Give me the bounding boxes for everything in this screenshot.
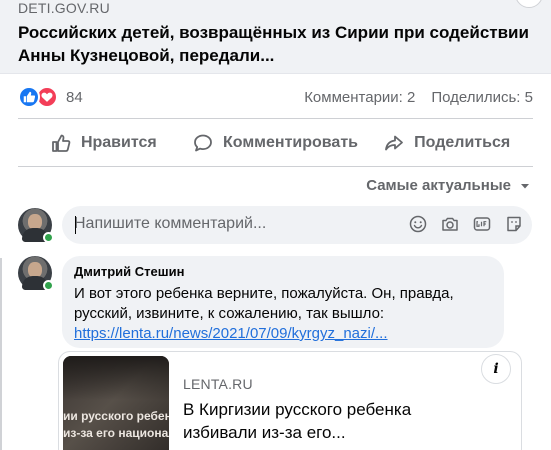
post-stats: Комментарии: 2 Поделились: 5 [304, 89, 533, 106]
comment-text: И вот этого ребенка верните, пожалуйста.… [74, 284, 494, 344]
comment-bubble: Дмитрий Стешин И вот этого ребенка верни… [62, 256, 504, 348]
online-status-dot [43, 280, 54, 291]
shared-link-thumbnail[interactable]: ии русского ребенка из-за его националь [63, 356, 169, 450]
divider [18, 118, 533, 119]
link-preview-title[interactable]: Российских детей, возвращённых из Сирии … [18, 21, 538, 67]
share-button[interactable]: Поделиться [361, 125, 533, 161]
comment-button-label: Комментировать [223, 134, 358, 151]
shared-link-title[interactable]: В Киргизии русского ребенка избивали из-… [183, 398, 483, 444]
shared-link-domain: LENTA.RU [183, 376, 253, 392]
comment-sort-dropdown[interactable]: Самые актуальные [366, 177, 531, 194]
like-icon [18, 86, 40, 108]
post-actions: Нравится Комментировать Поделиться [18, 125, 533, 161]
reactions-summary[interactable]: 84 [18, 86, 83, 108]
sticker-icon[interactable] [504, 214, 524, 234]
info-icon[interactable]: i [481, 354, 511, 384]
thumbnail-caption: ии русского ребенка из-за его националь [63, 409, 169, 440]
camera-icon[interactable] [440, 214, 460, 234]
caret-down-icon [521, 183, 529, 188]
online-status-dot [43, 232, 54, 243]
speech-bubble-icon [194, 134, 212, 152]
share-button-label: Поделиться [414, 134, 511, 151]
link-preview-domain: DETI.GOV.RU [18, 0, 110, 16]
gif-icon[interactable] [472, 214, 492, 234]
comment-input[interactable] [74, 215, 404, 233]
link-preview-card[interactable]: DETI.GOV.RU Российских детей, возвращённ… [0, 0, 551, 74]
emoji-icon[interactable] [408, 214, 428, 234]
reaction-count: 84 [66, 88, 83, 106]
current-user-avatar[interactable] [18, 208, 54, 243]
shares-count-link[interactable]: Поделились: 5 [431, 89, 533, 106]
like-button-label: Нравится [80, 134, 157, 151]
like-button[interactable]: Нравится [18, 125, 190, 161]
text-caret [75, 216, 76, 234]
share-arrow-icon [385, 135, 404, 151]
commenter-avatar[interactable] [18, 256, 54, 291]
thread-line [0, 258, 2, 450]
comment-sort-label: Самые актуальные [366, 177, 511, 194]
comment-link[interactable]: https://lenta.ru/news/2021/07/09/kyrgyz_… [74, 324, 494, 344]
divider [18, 166, 533, 167]
thumbs-up-icon [52, 134, 71, 152]
comment-author[interactable]: Дмитрий Стешин [74, 263, 492, 280]
comments-count-link[interactable]: Комментарии: 2 [304, 89, 415, 106]
shared-link-card[interactable]: ии русского ребенка из-за его националь … [58, 351, 522, 450]
comment-composer[interactable] [62, 206, 532, 244]
link-preview-menu-button[interactable] [515, 0, 543, 8]
comment-body: И вот этого ребенка верните, пожалуйста.… [74, 285, 454, 322]
composer-toolbar [408, 214, 524, 234]
comment-button[interactable]: Комментировать [190, 125, 362, 161]
